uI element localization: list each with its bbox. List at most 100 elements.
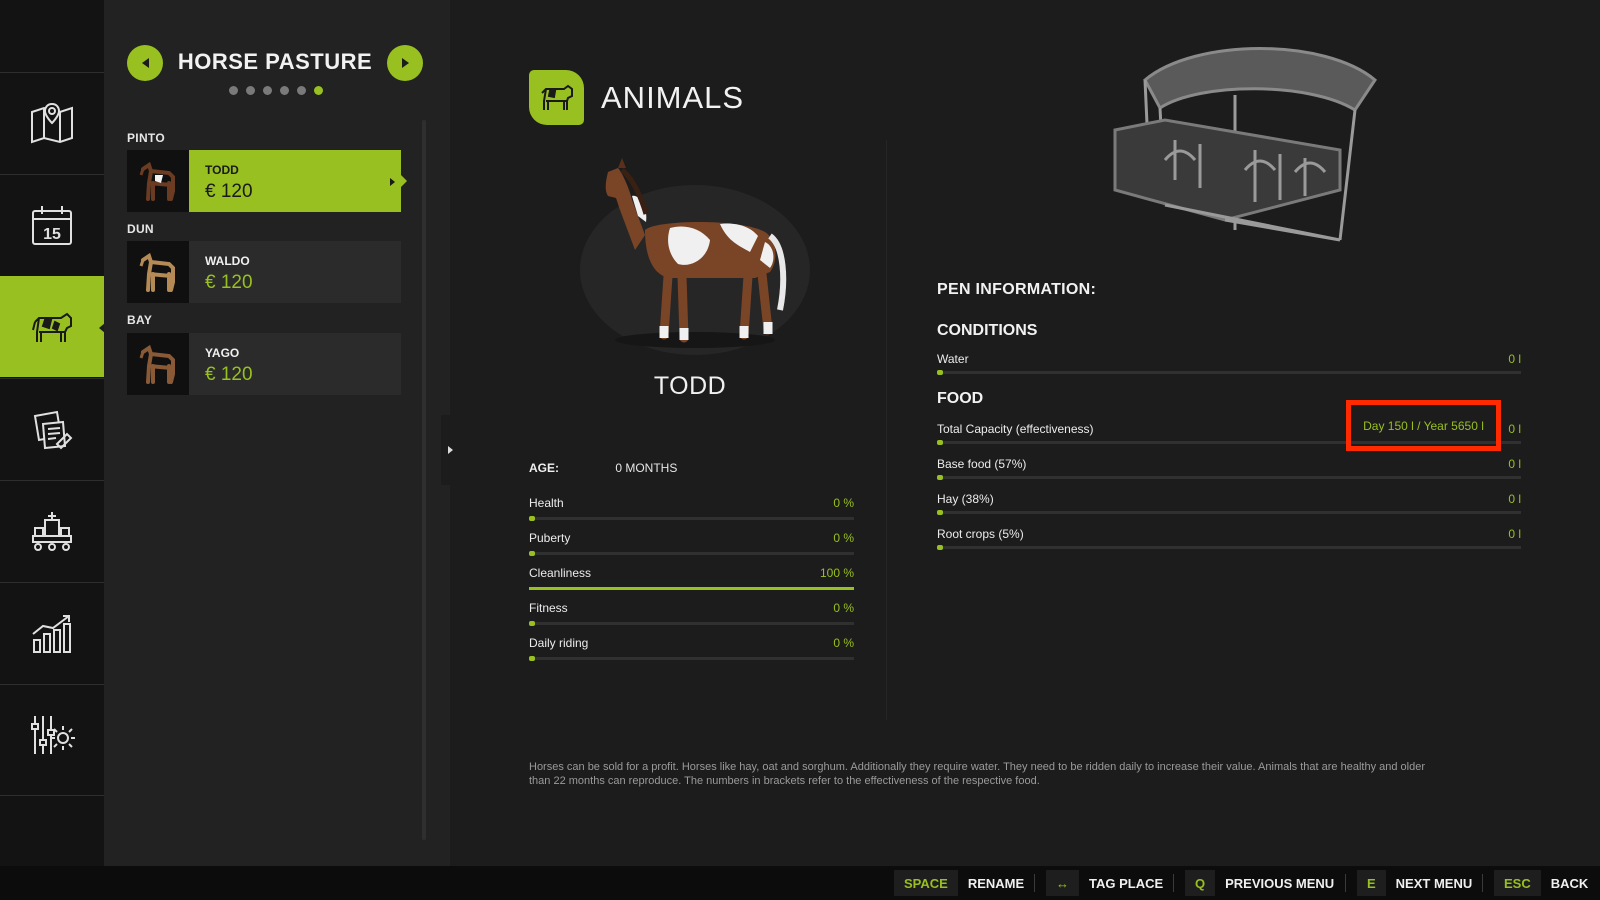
stat-fitness: Fitness 0 % — [529, 601, 854, 629]
key-badge: ↔ — [1046, 870, 1079, 896]
hint-tag-place[interactable]: ↔ TAG PLACE — [1046, 870, 1163, 896]
hint-separator — [1482, 874, 1483, 892]
page-dot[interactable] — [229, 86, 238, 95]
hint-rename[interactable]: SPACE RENAME — [894, 870, 1024, 896]
food-bar — [937, 545, 1521, 550]
animal-name: YAGO — [205, 346, 240, 360]
stat-value: 100 % — [819, 566, 854, 580]
food-label: Root crops (5%) — [937, 527, 1024, 541]
page-dot[interactable] — [297, 86, 306, 95]
age-label: AGE: — [529, 461, 559, 475]
page-dot-active[interactable] — [314, 86, 323, 95]
stat-bar — [529, 516, 854, 521]
horse-thumbnail — [127, 241, 189, 303]
contracts-icon — [33, 410, 73, 450]
condition-bar — [937, 370, 1521, 375]
rail-item-contracts[interactable] — [0, 378, 104, 479]
stat-bar — [529, 587, 854, 590]
key-badge: SPACE — [894, 870, 958, 896]
key-badge: ESC — [1494, 870, 1541, 896]
key-badge: Q — [1185, 870, 1216, 896]
settings-icon — [31, 716, 75, 754]
condition-bar-fill — [937, 370, 943, 375]
rail-item-animals[interactable] — [0, 276, 105, 377]
prev-pasture-button[interactable] — [127, 45, 163, 81]
hint-next-menu[interactable]: E NEXT MENU — [1357, 870, 1472, 896]
stat-value: 0 % — [833, 601, 854, 615]
next-pasture-button[interactable] — [387, 45, 423, 81]
svg-text:15: 15 — [43, 226, 61, 243]
food-bar-fill — [937, 545, 943, 550]
animal-row-waldo[interactable]: WALDO € 120 — [127, 241, 401, 303]
page-dot[interactable] — [246, 86, 255, 95]
capacity-highlight-box: Day 150 l / Year 5650 l — [1346, 400, 1501, 451]
stat-label: Health — [529, 496, 564, 510]
hint-separator — [1345, 874, 1346, 892]
horse-thumbnail — [127, 150, 189, 212]
food-root-crops: Root crops (5%) 0 l — [937, 527, 1521, 553]
rail-item-production[interactable] — [0, 480, 104, 581]
food-label: Base food (57%) — [937, 457, 1027, 471]
stat-value: 0 % — [833, 636, 854, 650]
animal-name: TODD — [205, 163, 239, 177]
pasture-title: HORSE PASTURE — [177, 49, 373, 74]
stat-bar — [529, 551, 854, 556]
animals-cow-icon — [32, 312, 72, 342]
food-value: 0 l — [1508, 527, 1521, 541]
page-dot[interactable] — [280, 86, 289, 95]
capacity-bar-fill — [937, 440, 943, 445]
hint-separator — [1034, 874, 1035, 892]
stat-label: Cleanliness — [529, 566, 592, 580]
animal-info: YAGO € 120 — [189, 333, 401, 395]
animals-title: ANIMALS — [601, 79, 745, 115]
stat-label: Daily riding — [529, 636, 589, 650]
food-value: 0 l — [1508, 457, 1521, 471]
horse-pinto-icon — [139, 161, 175, 201]
food-title: FOOD — [937, 390, 984, 407]
stat-bar-fill — [529, 621, 535, 626]
statistics-icon — [32, 615, 71, 653]
stat-bar-fill — [529, 656, 535, 661]
hint-action: TAG PLACE — [1089, 875, 1164, 891]
animals-section-icon — [529, 70, 584, 125]
horse-bay-icon — [139, 344, 175, 384]
column-divider — [886, 140, 887, 720]
animal-list-panel — [104, 0, 450, 866]
capacity-value: 0 l — [1508, 422, 1521, 436]
stat-value: 0 % — [833, 496, 854, 510]
animal-row-yago[interactable]: YAGO € 120 — [127, 333, 401, 395]
horse-thumbnail — [127, 333, 189, 395]
animal-row-todd[interactable]: TODD € 120 — [127, 150, 407, 212]
animal-name: WALDO — [205, 254, 250, 268]
arrow-right-icon — [401, 58, 409, 68]
rail-item-settings[interactable] — [0, 684, 104, 785]
hint-previous-menu[interactable]: Q PREVIOUS MENU — [1185, 870, 1334, 896]
food-value: 0 l — [1508, 492, 1521, 506]
animal-price: € 120 — [205, 364, 253, 385]
key-badge: E — [1357, 870, 1386, 896]
food-bar-fill — [937, 510, 943, 515]
capacity-detail: Day 150 l / Year 5650 l — [1363, 418, 1484, 433]
hint-back[interactable]: ESC BACK — [1494, 870, 1588, 896]
rail-end-divider — [0, 795, 104, 796]
stat-bar-fill — [529, 516, 535, 521]
condition-label: Water — [937, 352, 969, 366]
chevron-right-icon — [390, 178, 395, 186]
conditions-title: CONDITIONS — [937, 322, 1038, 339]
list-scrollbar[interactable] — [422, 120, 426, 840]
cow-icon — [540, 84, 573, 110]
rail-item-statistics[interactable] — [0, 582, 104, 683]
hint-separator — [1173, 874, 1174, 892]
page-dot[interactable] — [263, 86, 272, 95]
map-icon — [31, 102, 73, 144]
stat-label: Fitness — [529, 601, 568, 615]
rail-item-map[interactable] — [0, 72, 104, 173]
stat-label: Puberty — [529, 531, 571, 545]
stat-bar-fill — [529, 587, 854, 590]
arrow-left-icon — [141, 58, 149, 68]
condition-value: 0 l — [1508, 352, 1521, 366]
hint-action: RENAME — [967, 875, 1025, 891]
collapse-panel-button[interactable] — [441, 415, 459, 485]
rail-item-calendar[interactable]: 15 — [0, 174, 104, 275]
production-icon — [32, 512, 72, 551]
